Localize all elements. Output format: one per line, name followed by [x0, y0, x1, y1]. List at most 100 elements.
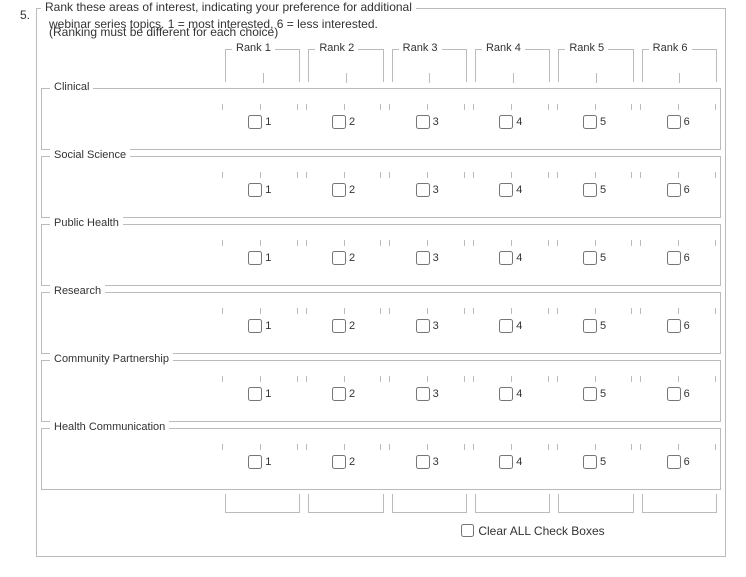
- rank-cell: 3: [385, 455, 469, 469]
- rank-checkbox[interactable]: [416, 115, 430, 129]
- rank-3-header: Rank 3: [392, 49, 467, 82]
- rank-cell: 4: [469, 251, 553, 265]
- rank-cell: 5: [553, 455, 637, 469]
- rank-checkbox[interactable]: [583, 319, 597, 333]
- rank-checkbox[interactable]: [248, 251, 262, 265]
- rank-checkbox[interactable]: [416, 387, 430, 401]
- rank-checkbox[interactable]: [416, 251, 430, 265]
- rank-checkbox[interactable]: [248, 319, 262, 333]
- rank-header-row: Rank 1 Rank 2 Rank 3 Rank 4 Rank 5 Rank …: [41, 49, 721, 82]
- rank-number-label: 1: [265, 320, 271, 332]
- rank-number-label: 5: [600, 116, 606, 128]
- rank-cell: 2: [302, 251, 386, 265]
- rank-checkbox[interactable]: [248, 183, 262, 197]
- rank-checkbox[interactable]: [499, 183, 513, 197]
- rank-checkbox[interactable]: [667, 183, 681, 197]
- rank-number-label: 2: [349, 116, 355, 128]
- rank-number-label: 6: [684, 456, 690, 468]
- rank-number-label: 5: [600, 388, 606, 400]
- rank-checkbox[interactable]: [667, 115, 681, 129]
- question-number: 5.: [8, 8, 36, 22]
- rank-checkbox[interactable]: [583, 183, 597, 197]
- rank-checkbox[interactable]: [583, 455, 597, 469]
- row-frame: Clinical123456: [41, 88, 721, 150]
- clear-all-checkbox[interactable]: [461, 524, 474, 537]
- ranking-grid: Rank 1 Rank 2 Rank 3 Rank 4 Rank 5 Rank …: [41, 49, 721, 540]
- clear-row: Clear ALL Check Boxes: [41, 521, 721, 540]
- rank-cell: 3: [385, 251, 469, 265]
- footer-stubs: [41, 494, 721, 513]
- rank-number-label: 2: [349, 456, 355, 468]
- rank-number-label: 1: [265, 184, 271, 196]
- rank-checkbox[interactable]: [248, 455, 262, 469]
- rank-checkbox[interactable]: [332, 115, 346, 129]
- rank-cell: 3: [385, 387, 469, 401]
- rank-cell: 1: [218, 183, 302, 197]
- row-label: Clinical: [50, 81, 93, 93]
- rank-number-label: 6: [684, 116, 690, 128]
- rank-number-label: 5: [600, 184, 606, 196]
- rank-checkbox[interactable]: [667, 387, 681, 401]
- rank-number-label: 6: [684, 184, 690, 196]
- rank-cell: 4: [469, 319, 553, 333]
- rank-checkbox[interactable]: [332, 251, 346, 265]
- rank-checkbox[interactable]: [332, 183, 346, 197]
- rank-number-label: 1: [265, 116, 271, 128]
- row-label: Social Science: [50, 149, 130, 161]
- rank-2-header: Rank 2: [308, 49, 383, 82]
- rank-checkbox[interactable]: [583, 251, 597, 265]
- rank-cell: 6: [636, 387, 720, 401]
- rank-cell: 1: [218, 455, 302, 469]
- rank-cell: 6: [636, 115, 720, 129]
- rank-cell: 4: [469, 455, 553, 469]
- item-row: Public Health123456: [41, 224, 721, 286]
- rank-cell: 2: [302, 387, 386, 401]
- rank-number-label: 6: [684, 252, 690, 264]
- rank-cell: 4: [469, 115, 553, 129]
- clear-all-label: Clear ALL Check Boxes: [478, 524, 604, 538]
- rank-checkbox[interactable]: [499, 319, 513, 333]
- rank-cell: 1: [218, 251, 302, 265]
- item-row: Health Communication123456: [41, 428, 721, 490]
- rank-cell: 6: [636, 455, 720, 469]
- question-text-line1: Rank these areas of interest, indicating…: [41, 0, 416, 14]
- rank-number-label: 3: [433, 184, 439, 196]
- rank-checkbox[interactable]: [499, 387, 513, 401]
- rank-checkbox[interactable]: [499, 455, 513, 469]
- rank-number-label: 4: [516, 252, 522, 264]
- rank-checkbox[interactable]: [583, 115, 597, 129]
- rank-checkbox[interactable]: [248, 115, 262, 129]
- rank-checkbox[interactable]: [583, 387, 597, 401]
- rank-number-label: 2: [349, 252, 355, 264]
- rank-number-label: 6: [684, 388, 690, 400]
- rank-checkbox[interactable]: [416, 455, 430, 469]
- rank-cell: 1: [218, 115, 302, 129]
- rank-checkbox[interactable]: [332, 387, 346, 401]
- rank-cell: 5: [553, 387, 637, 401]
- rank-checkbox[interactable]: [416, 183, 430, 197]
- row-frame: Community Partnership123456: [41, 360, 721, 422]
- rank-checkbox[interactable]: [667, 319, 681, 333]
- rank-cell: 6: [636, 319, 720, 333]
- rank-checkbox[interactable]: [416, 319, 430, 333]
- rank-number-label: 4: [516, 184, 522, 196]
- rank-cell: 2: [302, 183, 386, 197]
- rank-cell: 1: [218, 387, 302, 401]
- rank-checkbox[interactable]: [667, 251, 681, 265]
- row-label: Community Partnership: [50, 353, 173, 365]
- rank-number-label: 2: [349, 388, 355, 400]
- rank-checkbox[interactable]: [499, 115, 513, 129]
- item-row: Clinical123456: [41, 88, 721, 150]
- rank-checkbox[interactable]: [332, 319, 346, 333]
- rank-checkbox[interactable]: [248, 387, 262, 401]
- rank-cell: 4: [469, 387, 553, 401]
- rank-number-label: 3: [433, 456, 439, 468]
- row-label: Research: [50, 285, 105, 297]
- rank-number-label: 5: [600, 320, 606, 332]
- rank-checkbox[interactable]: [499, 251, 513, 265]
- rank-checkbox[interactable]: [332, 455, 346, 469]
- rank-number-label: 3: [433, 320, 439, 332]
- rank-checkbox[interactable]: [667, 455, 681, 469]
- row-frame: Research123456: [41, 292, 721, 354]
- rank-number-label: 3: [433, 116, 439, 128]
